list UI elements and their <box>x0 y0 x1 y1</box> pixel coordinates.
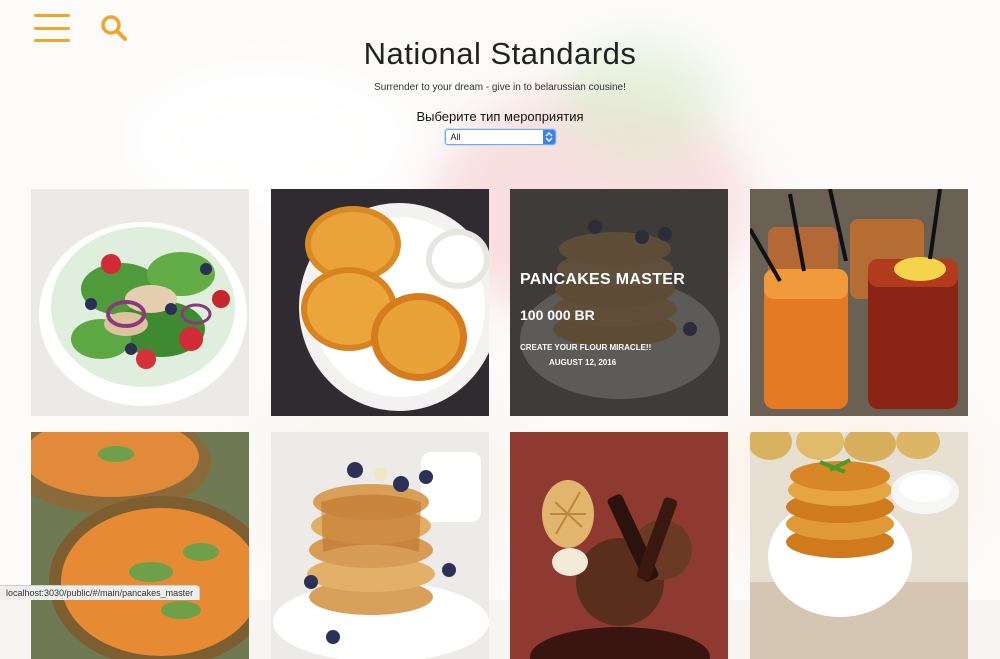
chevron-updown-icon <box>542 130 555 144</box>
event-tile-blueberry-pancakes[interactable] <box>271 432 489 659</box>
event-description: CREATE YOUR FLOUR MIRACLE!! <box>520 343 652 352</box>
browser-status-url: localhost:3030/public/#/main/pancakes_ma… <box>0 585 201 600</box>
event-tile-draniki[interactable] <box>750 432 968 659</box>
event-tile-pancakes-master[interactable]: PANCAKES MASTER 100 000 BR CREATE YOUR F… <box>510 189 728 416</box>
page-subtitle: Surrender to your dream - give in to bel… <box>374 82 626 93</box>
hamburger-icon[interactable] <box>34 14 70 42</box>
search-icon[interactable] <box>100 14 128 42</box>
event-tile-drinks[interactable] <box>750 189 968 416</box>
event-tile-chocolate-ice-cream[interactable] <box>510 432 728 659</box>
top-bar <box>34 14 128 42</box>
event-title: PANCAKES MASTER <box>520 271 686 288</box>
event-type-select[interactable]: All <box>444 129 556 145</box>
event-tile-soup[interactable] <box>31 432 249 659</box>
event-price: 100 000 BR <box>520 307 595 323</box>
event-tile-salad[interactable] <box>31 189 249 416</box>
event-tile-potato-pancakes[interactable] <box>271 189 489 416</box>
page-title: National Standards <box>363 36 637 71</box>
event-type-label: Выберите тип мероприятия <box>416 109 584 124</box>
event-date: AUGUST 12, 2016 <box>549 358 617 367</box>
event-overlay: PANCAKES MASTER 100 000 BR CREATE YOUR F… <box>510 189 728 416</box>
page-header: National Standards Surrender to your dre… <box>0 36 1000 145</box>
event-type-selected: All <box>450 132 461 142</box>
